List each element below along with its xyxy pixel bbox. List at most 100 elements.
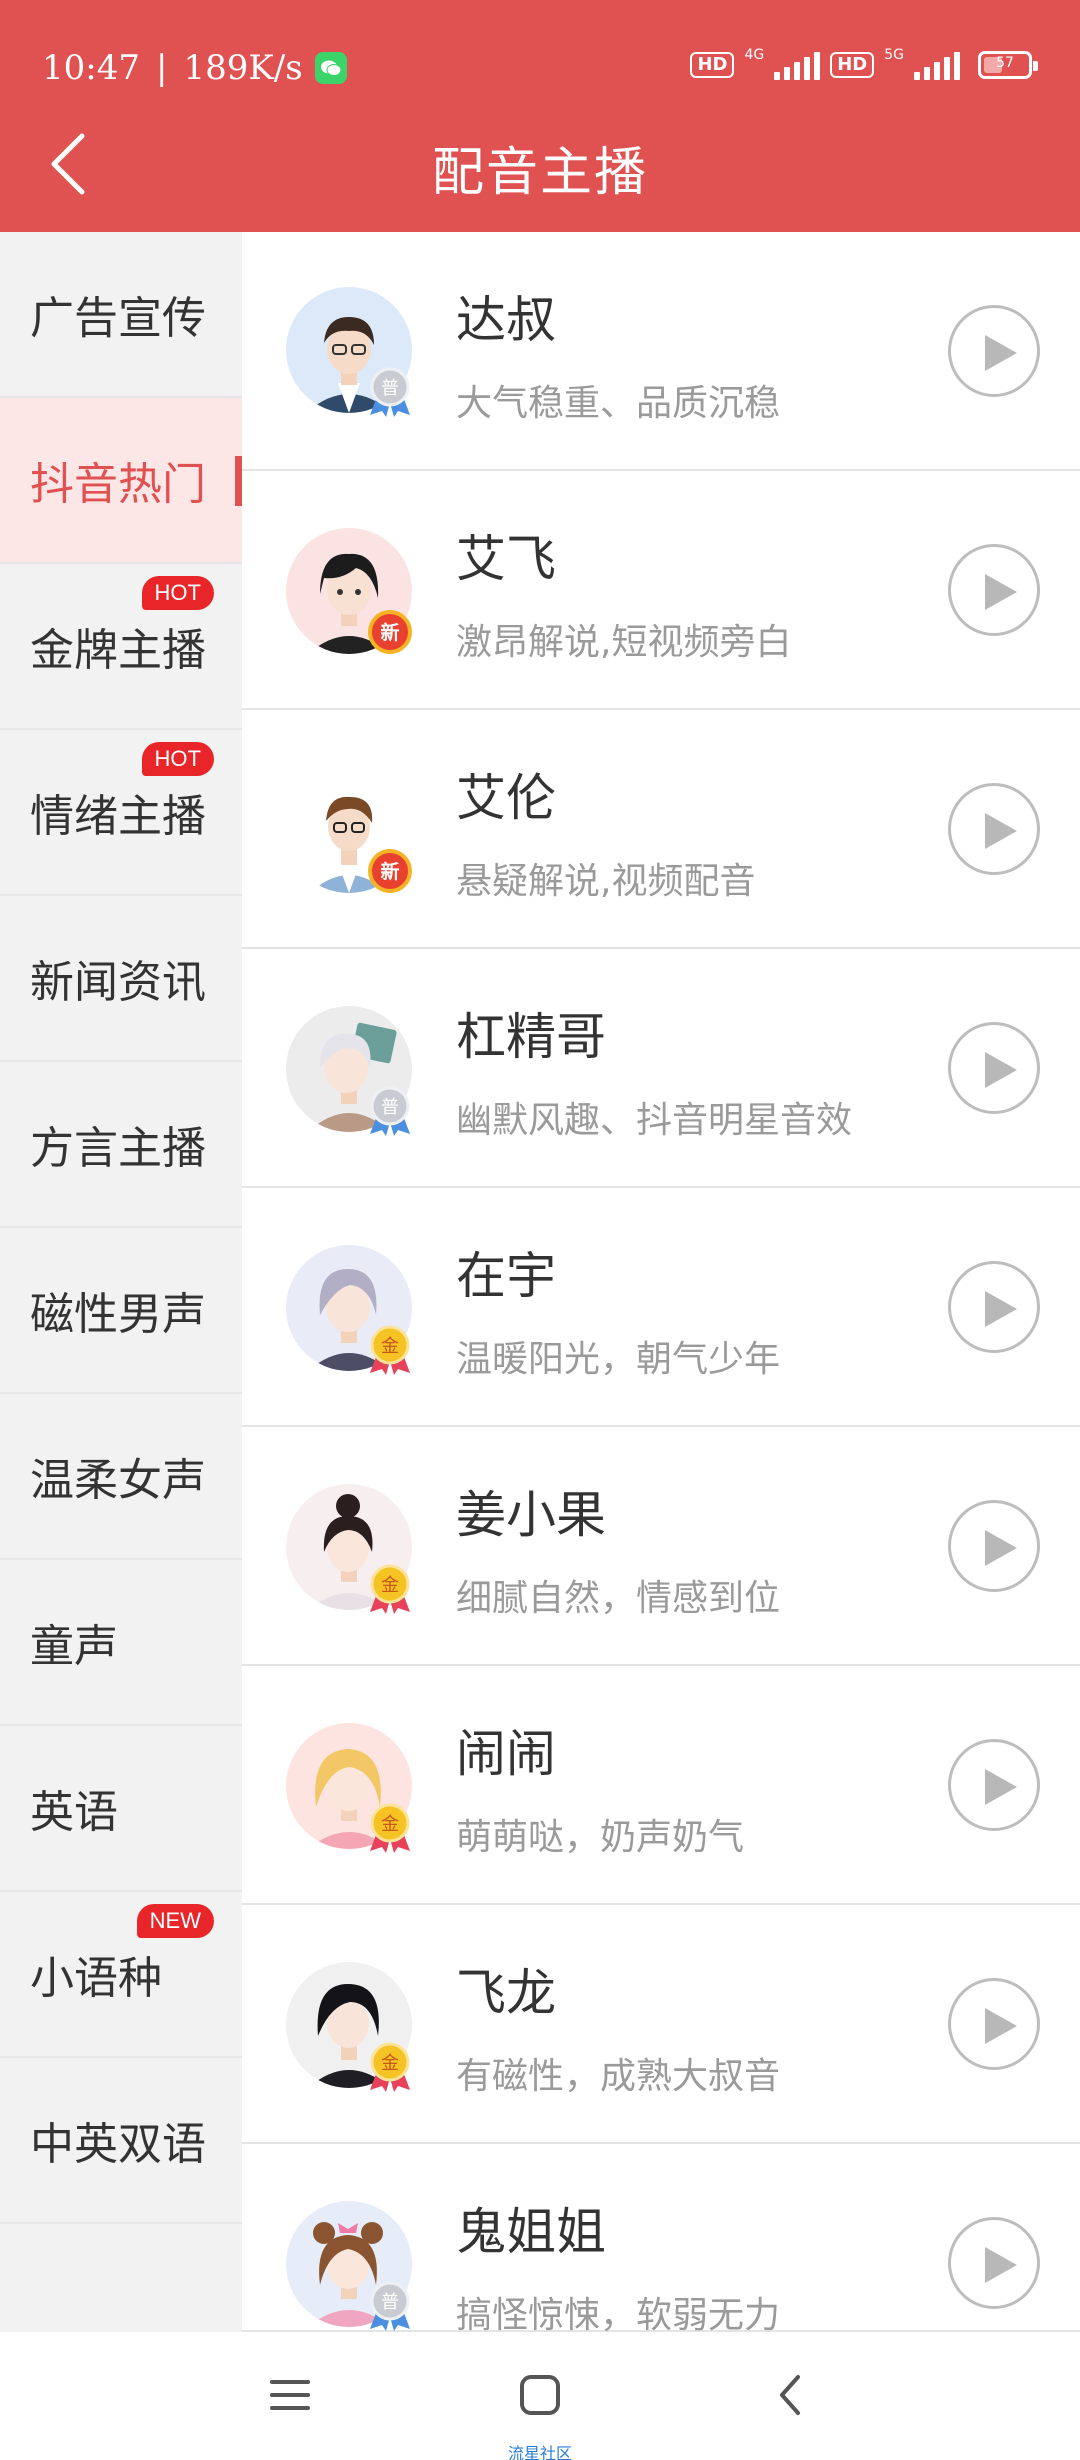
anchor-row[interactable]: 金 姜小果 细腻自然，情感到位 [242, 1427, 1080, 1666]
anchor-desc: 大气稳重、品质沉稳 [456, 383, 781, 424]
medal-label: 普 [381, 378, 399, 399]
sidebar-item-label: 新闻资讯 [30, 957, 206, 1008]
gold-medal-icon: 金 [370, 1803, 410, 1853]
hot-badge: HOT [141, 742, 214, 776]
play-button[interactable] [948, 1978, 1040, 2070]
status-time: 10:47 [42, 48, 140, 88]
sidebar-item[interactable]: 中英双语 [0, 2058, 242, 2224]
anchor-row[interactable]: 普 鬼姐姐 搞怪惊悚，软弱无力 [242, 2144, 1080, 2336]
anchor-desc: 温暖阳光，朝气少年 [456, 1339, 781, 1380]
system-back-button[interactable] [750, 2360, 830, 2430]
anchor-name: 达叔 [456, 291, 556, 349]
play-button[interactable] [948, 544, 1040, 636]
medal-label: 普 [381, 2292, 399, 2313]
play-button[interactable] [948, 783, 1040, 875]
anchor-row[interactable]: 金 飞龙 有磁性，成熟大叔音 [242, 1905, 1080, 2144]
network-type-label: 5G [884, 47, 904, 63]
avatar: 金 [286, 1484, 412, 1614]
avatar: 金 [286, 1962, 412, 2092]
net-speed: 189K/s [183, 48, 303, 88]
page-title: 配音主播 [431, 143, 648, 203]
avatar: 普 [286, 287, 412, 417]
anchor-row[interactable]: 金 在宇 温暖阳光，朝气少年 [242, 1188, 1080, 1427]
status-separator: | [155, 48, 168, 88]
anchor-desc: 幽默风趣、抖音明星音效 [456, 1100, 853, 1141]
sidebar-item[interactable]: 新闻资讯 [0, 896, 242, 1062]
silver-medal-icon: 普 [370, 1086, 410, 1136]
gold-medal-icon: 金 [370, 1325, 410, 1375]
avatar: 新 [286, 767, 412, 893]
anchor-name: 艾飞 [456, 530, 556, 588]
sidebar-item-label: 磁性男声 [30, 1289, 206, 1340]
home-button[interactable] [500, 2360, 580, 2430]
medal-label: 金 [381, 1575, 399, 1596]
anchor-row[interactable]: 普 杠精哥 幽默风趣、抖音明星音效 [242, 949, 1080, 1188]
sidebar-item-label: 小语种 [30, 1953, 162, 2004]
medal-label: 金 [381, 1336, 399, 1357]
sidebar-item[interactable]: 磁性男声 [0, 1228, 242, 1394]
anchor-row[interactable]: 金 闹闹 萌萌哒，奶声奶气 [242, 1666, 1080, 1905]
gold-medal-icon: 金 [370, 2042, 410, 2092]
menu-button[interactable] [250, 2360, 330, 2430]
anchor-name: 飞龙 [456, 1964, 556, 2022]
battery-level: 57 [996, 55, 1014, 71]
gold-medal-icon: 金 [370, 1564, 410, 1614]
active-indicator [235, 456, 242, 506]
anchor-row[interactable]: 新 艾伦 悬疑解说,视频配音 [242, 710, 1080, 949]
sidebar-item[interactable]: 童声 [0, 1560, 242, 1726]
medal-label: 新 [380, 860, 399, 883]
watermark-caption: 流星社区 [507, 2444, 572, 2460]
network-type-label: 4G [744, 47, 765, 63]
avatar: 普 [286, 1006, 412, 1136]
anchor-name: 杠精哥 [456, 1008, 606, 1066]
sidebar-item-label: 方言主播 [30, 1123, 206, 1174]
anchor-desc: 激昂解说,短视频旁白 [456, 622, 792, 663]
play-button[interactable] [948, 1500, 1040, 1592]
silver-medal-icon: 普 [370, 367, 410, 417]
sidebar-item-label: 温柔女声 [30, 1455, 206, 1506]
play-button[interactable] [948, 2217, 1040, 2309]
sidebar-item[interactable]: 金牌主播 HOT [0, 564, 242, 730]
anchor-name: 鬼姐姐 [456, 2203, 606, 2261]
anchor-name: 艾伦 [456, 769, 556, 827]
avatar: 普 [286, 2201, 412, 2331]
wechat-icon [314, 52, 347, 84]
medal-label: 新 [380, 621, 399, 644]
avatar: 金 [286, 1723, 412, 1853]
anchor-name: 姜小果 [456, 1486, 606, 1544]
silver-medal-icon: 普 [370, 2281, 410, 2331]
sidebar-item[interactable]: 英语 [0, 1726, 242, 1892]
anchor-desc: 萌萌哒，奶声奶气 [456, 1817, 745, 1858]
play-button[interactable] [948, 1022, 1040, 1114]
new-medal-icon: 新 [368, 849, 412, 893]
anchor-desc: 细腻自然，情感到位 [456, 1578, 781, 1619]
new-medal-icon: 新 [368, 610, 412, 654]
anchor-list: 普 达叔 大气稳重、品质沉稳 新 艾飞 激昂解说,短视频旁白 新 艾伦 悬疑解说… [242, 232, 1080, 2336]
sidebar-item[interactable]: 小语种 NEW [0, 1892, 242, 2058]
medal-label: 普 [381, 1097, 399, 1118]
category-sidebar: 广告宣传 抖音热门 金牌主播 HOT 情绪主播 HOT 新闻资讯 方言主播 磁性… [0, 232, 242, 2332]
anchor-name: 在宇 [456, 1247, 556, 1305]
play-button[interactable] [948, 1739, 1040, 1831]
sidebar-item-label: 金牌主播 [30, 625, 206, 676]
play-button[interactable] [948, 305, 1040, 397]
menu-icon [270, 2380, 310, 2410]
anchor-row[interactable]: 新 艾飞 激昂解说,短视频旁白 [242, 471, 1080, 710]
anchor-name: 闹闹 [456, 1725, 556, 1783]
sidebar-item-label: 抖音热门 [30, 459, 206, 510]
status-bar: 10:47 | 189K/s HD 4G HD 5G 57 [0, 0, 1080, 140]
sidebar-item[interactable]: 温柔女声 [0, 1394, 242, 1560]
play-button[interactable] [948, 1261, 1040, 1353]
new-badge: NEW [136, 1904, 214, 1938]
anchor-row[interactable]: 普 达叔 大气稳重、品质沉稳 [242, 232, 1080, 471]
sidebar-item[interactable]: 情绪主播 HOT [0, 730, 242, 896]
sidebar-item[interactable]: 方言主播 [0, 1062, 242, 1228]
sidebar-item[interactable]: 广告宣传 [0, 232, 242, 398]
hd-badge: HD [690, 52, 735, 78]
sidebar-item-label: 英语 [30, 1787, 118, 1838]
sidebar-item-label: 中英双语 [30, 2119, 206, 2170]
anchor-desc: 悬疑解说,视频配音 [456, 861, 756, 902]
sidebar-item-active[interactable]: 抖音热门 [0, 398, 242, 564]
battery-icon: 57 [978, 51, 1038, 79]
sidebar-item-label: 童声 [30, 1621, 118, 1672]
